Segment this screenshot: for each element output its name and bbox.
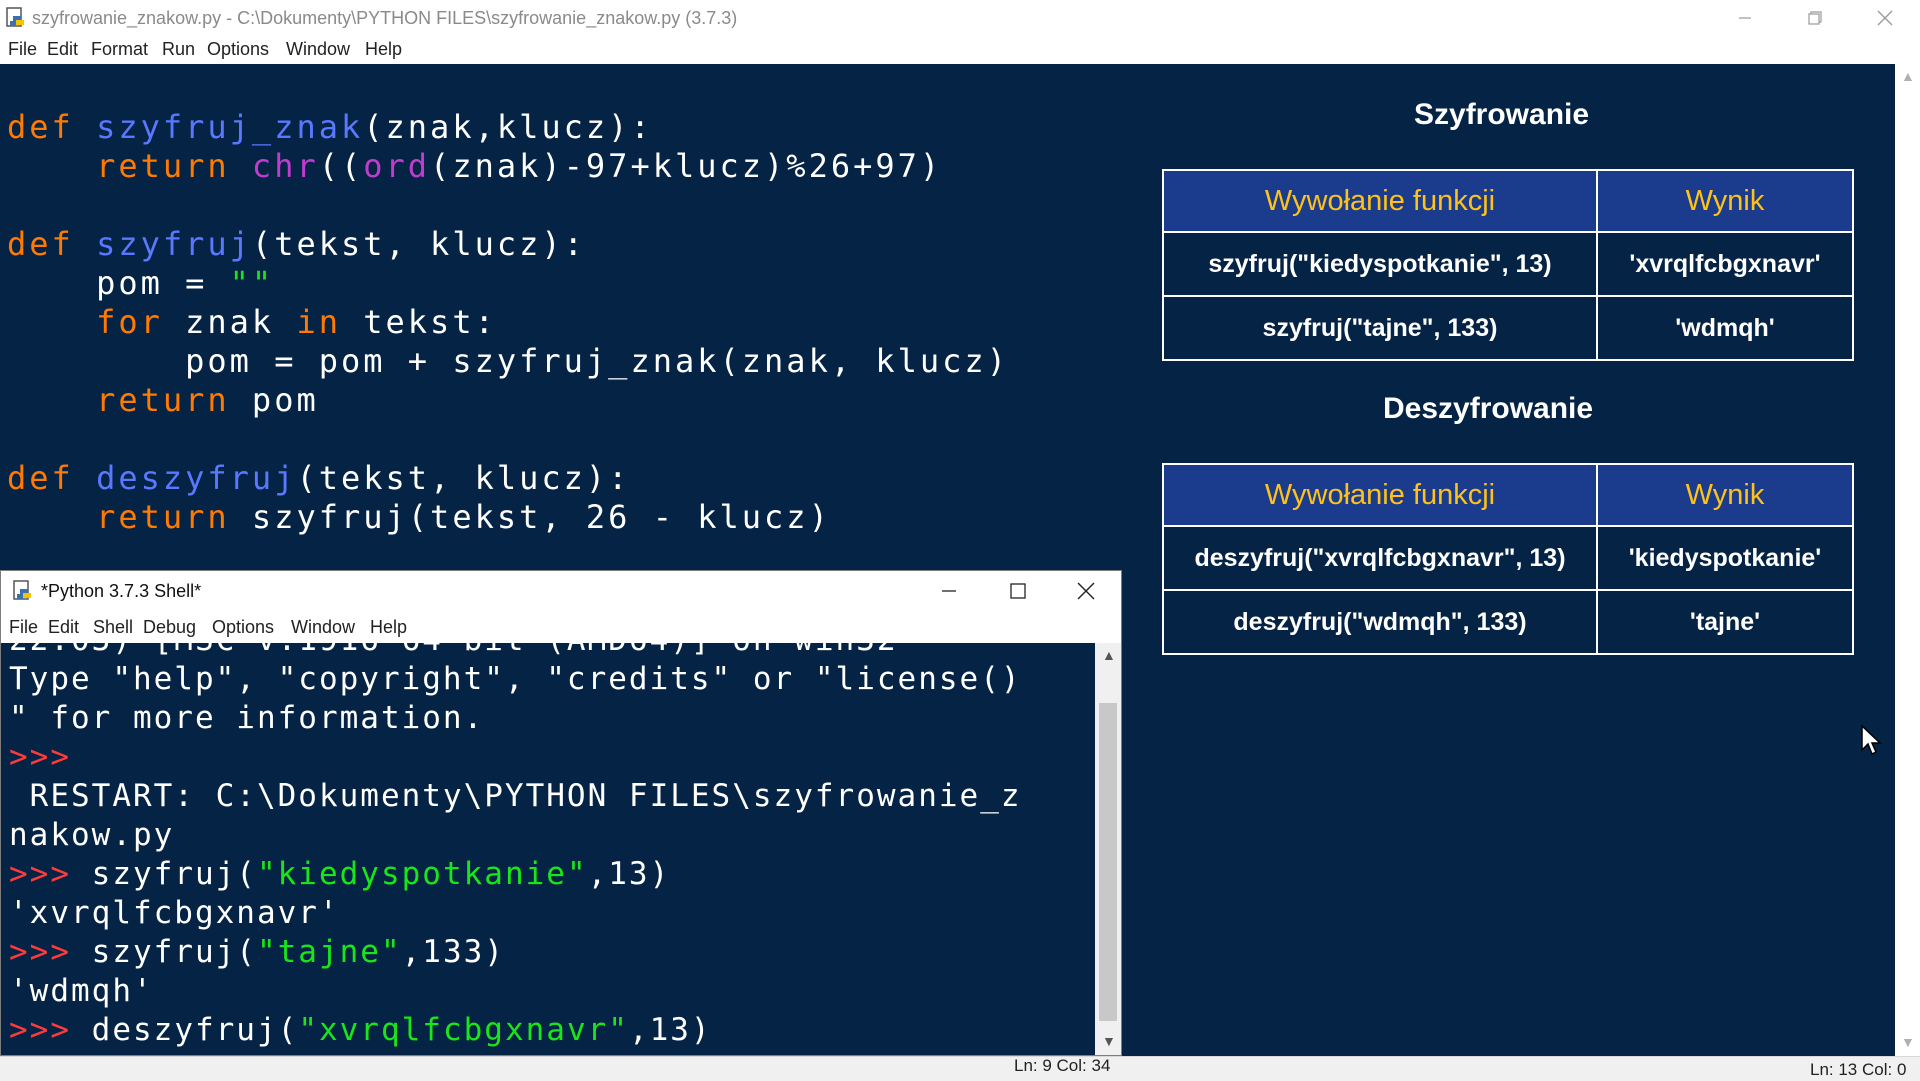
shell-cursor-position: Ln: 9 Col: 34: [1014, 1056, 1111, 1075]
shell-line: " for more information.: [9, 700, 485, 736]
encrypt-table-title: Szyfrowanie: [1414, 98, 1590, 131]
decrypt-table-title: Deszyfrowanie: [1383, 392, 1594, 425]
table-row: deszyfruj("wdmqh", 133) 'tajne': [1162, 589, 1854, 655]
shell-menu-window[interactable]: Window: [291, 617, 355, 638]
close-icon: [1077, 582, 1095, 600]
restore-icon: [1808, 11, 1822, 25]
editor-status-bar: Ln: 13 Col: 0: [0, 1056, 1920, 1081]
table-header-result: Wynik: [1596, 169, 1854, 233]
editor-title-bar: szyfrowanie_znakow.py - C:\Dokumenty\PYT…: [0, 0, 1920, 36]
shell-line: 'wdmqh': [9, 973, 154, 1009]
menu-file[interactable]: File: [8, 39, 37, 60]
shell-menu-help[interactable]: Help: [370, 617, 407, 638]
minimize-icon: [1739, 17, 1751, 19]
encrypt-table: Wywołanie funkcji Wynik szyfruj("kiedysp…: [1162, 169, 1854, 361]
table-cell: 'xvrqlfcbgxnavr': [1596, 231, 1854, 297]
shell-menu-edit[interactable]: Edit: [48, 617, 79, 638]
code-line: def szyfruj(tekst, klucz):: [7, 225, 586, 263]
code-line: return chr((ord(znak)-97+klucz)%26+97): [96, 147, 943, 185]
shell-output[interactable]: 22:03) [MSC v.1916 64 bit (AMD64)] on wi…: [1, 643, 1095, 1055]
shell-menu-bar: File Edit Shell Debug Options Window Hel…: [1, 615, 1121, 641]
menu-run[interactable]: Run: [162, 39, 195, 60]
shell-window: *Python 3.7.3 Shell* File Edit Shell Deb…: [0, 570, 1122, 1056]
menu-help[interactable]: Help: [365, 39, 402, 60]
code-line: return pom: [96, 381, 319, 419]
shell-line: 22:03) [MSC v.1916 64 bit (AMD64)] on wi…: [9, 643, 898, 660]
editor-minimize-button[interactable]: [1710, 0, 1780, 36]
shell-line: >>> szyfruj("tajne",133): [9, 934, 505, 970]
shell-window-title: *Python 3.7.3 Shell*: [41, 581, 202, 601]
shell-maximize-button[interactable]: [983, 571, 1053, 611]
table-cell: szyfruj("tajne", 133): [1162, 295, 1598, 361]
shell-line: >>> deszyfruj("xvrqlfcbgxnavr",13): [9, 1012, 712, 1048]
shell-scroll-thumb[interactable]: [1099, 703, 1117, 1021]
shell-scrollbar[interactable]: ▲ ▼: [1095, 643, 1121, 1055]
code-line: pom = "": [7, 264, 275, 302]
shell-close-button[interactable]: [1051, 571, 1121, 611]
shell-menu-options[interactable]: Options: [212, 617, 274, 638]
shell-line: >>> szyfruj("kiedyspotkanie",13): [9, 856, 671, 892]
editor-restore-button[interactable]: [1780, 0, 1850, 36]
table-cell: 'kiedyspotkanie': [1596, 525, 1854, 591]
table-row: szyfruj("tajne", 133) 'wdmqh': [1162, 295, 1854, 361]
shell-menu-file[interactable]: File: [9, 617, 38, 638]
shell-title-bar: *Python 3.7.3 Shell*: [1, 571, 1121, 611]
python-file-icon: [6, 7, 24, 27]
table-header-call: Wywołanie funkcji: [1162, 463, 1598, 527]
shell-line: >>>: [9, 739, 71, 775]
menu-edit[interactable]: Edit: [47, 39, 78, 60]
minimize-icon: [942, 590, 956, 592]
editor-menu-bar: File Edit Format Run Options Window Help: [0, 36, 1920, 64]
code-line: def deszyfruj(tekst, klucz):: [7, 459, 631, 497]
shell-line: Type "help", "copyright", "credits" or "…: [9, 661, 1022, 697]
shell-line: RESTART: C:\Dokumenty\PYTHON FILES\szyfr…: [9, 778, 1022, 814]
close-icon: [1877, 10, 1893, 26]
code-line: for znak in tekst:: [96, 303, 497, 341]
table-header-row: Wywołanie funkcji Wynik: [1162, 463, 1854, 527]
code-line: return szyfruj(tekst, 26 - klucz): [96, 498, 831, 536]
editor-close-button[interactable]: [1850, 0, 1920, 36]
code-line: pom = pom + szyfruj_znak(znak, klucz): [7, 342, 1009, 380]
menu-window[interactable]: Window: [286, 39, 350, 60]
table-header-result: Wynik: [1596, 463, 1854, 527]
editor-scrollbar[interactable]: ▲ ▼: [1895, 64, 1920, 1056]
editor-cursor-position: Ln: 13 Col: 0: [1810, 1060, 1907, 1079]
table-row: szyfruj("kiedyspotkanie", 13) 'xvrqlfcbg…: [1162, 231, 1854, 297]
table-cell: szyfruj("kiedyspotkanie", 13): [1162, 231, 1598, 297]
python-file-icon: [13, 580, 31, 600]
table-cell: 'wdmqh': [1596, 295, 1854, 361]
shell-menu-debug[interactable]: Debug: [143, 617, 196, 638]
shell-line: nakow.py: [9, 817, 175, 853]
shell-minimize-button[interactable]: [914, 571, 984, 611]
code-line: def szyfruj_znak(znak,klucz):: [7, 108, 653, 146]
menu-format[interactable]: Format: [91, 39, 148, 60]
mouse-cursor-icon: [1861, 724, 1882, 756]
scroll-down-icon[interactable]: ▼: [1901, 1034, 1915, 1050]
table-row: deszyfruj("xvrqlfcbgxnavr", 13) 'kiedysp…: [1162, 525, 1854, 591]
shell-menu-shell[interactable]: Shell: [93, 617, 133, 638]
maximize-icon: [1010, 583, 1026, 599]
table-cell: deszyfruj("xvrqlfcbgxnavr", 13): [1162, 525, 1598, 591]
scroll-up-icon[interactable]: ▲: [1102, 647, 1116, 663]
menu-options[interactable]: Options: [207, 39, 269, 60]
editor-window-title: szyfrowanie_znakow.py - C:\Dokumenty\PYT…: [32, 8, 738, 28]
scroll-up-icon[interactable]: ▲: [1901, 68, 1915, 84]
shell-line: 'xvrqlfcbgxnavr': [9, 895, 340, 931]
table-header-row: Wywołanie funkcji Wynik: [1162, 169, 1854, 233]
table-cell: 'tajne': [1596, 589, 1854, 655]
table-cell: deszyfruj("wdmqh", 133): [1162, 589, 1598, 655]
scroll-down-icon[interactable]: ▼: [1102, 1033, 1116, 1049]
table-header-call: Wywołanie funkcji: [1162, 169, 1598, 233]
decrypt-table: Wywołanie funkcji Wynik deszyfruj("xvrql…: [1162, 463, 1854, 655]
